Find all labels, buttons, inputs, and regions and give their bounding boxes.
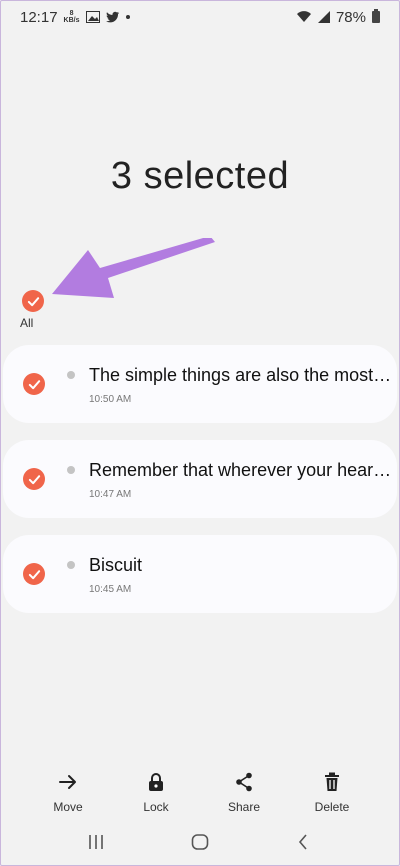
delete-label: Delete <box>314 800 350 814</box>
recent-apps-icon[interactable] <box>88 834 104 850</box>
delete-button[interactable]: Delete <box>302 770 362 814</box>
note-time: 10:45 AM <box>89 584 132 595</box>
action-toolbar: Move Lock Share Delete <box>0 770 400 820</box>
status-bar: 12:17 8 KB/s 78% <box>0 0 400 34</box>
system-nav-bar <box>0 826 400 862</box>
battery-level: 78% <box>335 8 366 26</box>
note-title: Remember that wherever your hear… <box>89 460 389 480</box>
notification-dot <box>125 15 130 19</box>
note-title: Biscuit <box>89 555 143 575</box>
network-speed: 8 KB/s <box>64 10 80 24</box>
checkmark-icon <box>22 290 44 312</box>
note-time: 10:50 AM <box>89 394 132 405</box>
twitter-icon <box>105 11 119 23</box>
signal-icon <box>317 11 330 23</box>
screen-frame <box>0 0 400 866</box>
speed-unit: KB/s <box>63 17 80 24</box>
wifi-icon <box>296 11 311 22</box>
speed-value: 8 <box>69 10 74 17</box>
move-button[interactable]: Move <box>38 770 98 814</box>
share-button[interactable]: Share <box>214 770 274 814</box>
share-label: Share <box>227 800 261 814</box>
note-card[interactable]: The simple things are also the most… 10:… <box>3 345 397 423</box>
bullet-icon <box>67 466 75 474</box>
checkmark-icon[interactable] <box>23 373 45 395</box>
bullet-icon <box>67 561 75 569</box>
trash-icon <box>325 772 339 791</box>
back-icon[interactable] <box>297 834 309 850</box>
note-card[interactable]: Biscuit 10:45 AM <box>3 535 397 613</box>
note-title: The simple things are also the most… <box>89 365 389 385</box>
clock: 12:17 <box>20 8 58 26</box>
battery-icon <box>372 9 380 23</box>
lock-label: Lock <box>143 800 169 814</box>
image-icon <box>85 11 100 23</box>
note-card[interactable]: Remember that wherever your hear… 10:47 … <box>3 440 397 518</box>
page-title: 3 selected <box>110 155 290 197</box>
lock-icon <box>149 773 163 791</box>
arrow-right-icon <box>59 775 76 789</box>
annotation-arrow-icon <box>52 238 215 298</box>
home-icon[interactable] <box>191 834 209 850</box>
move-label: Move <box>53 800 83 814</box>
select-all-label: All <box>20 316 34 330</box>
checkmark-icon[interactable] <box>23 468 45 490</box>
note-time: 10:47 AM <box>89 489 132 500</box>
checkmark-icon[interactable] <box>23 563 45 585</box>
bullet-icon <box>67 371 75 379</box>
select-all-checkbox[interactable] <box>22 290 46 312</box>
lock-button[interactable]: Lock <box>126 770 186 814</box>
share-icon <box>236 772 252 792</box>
